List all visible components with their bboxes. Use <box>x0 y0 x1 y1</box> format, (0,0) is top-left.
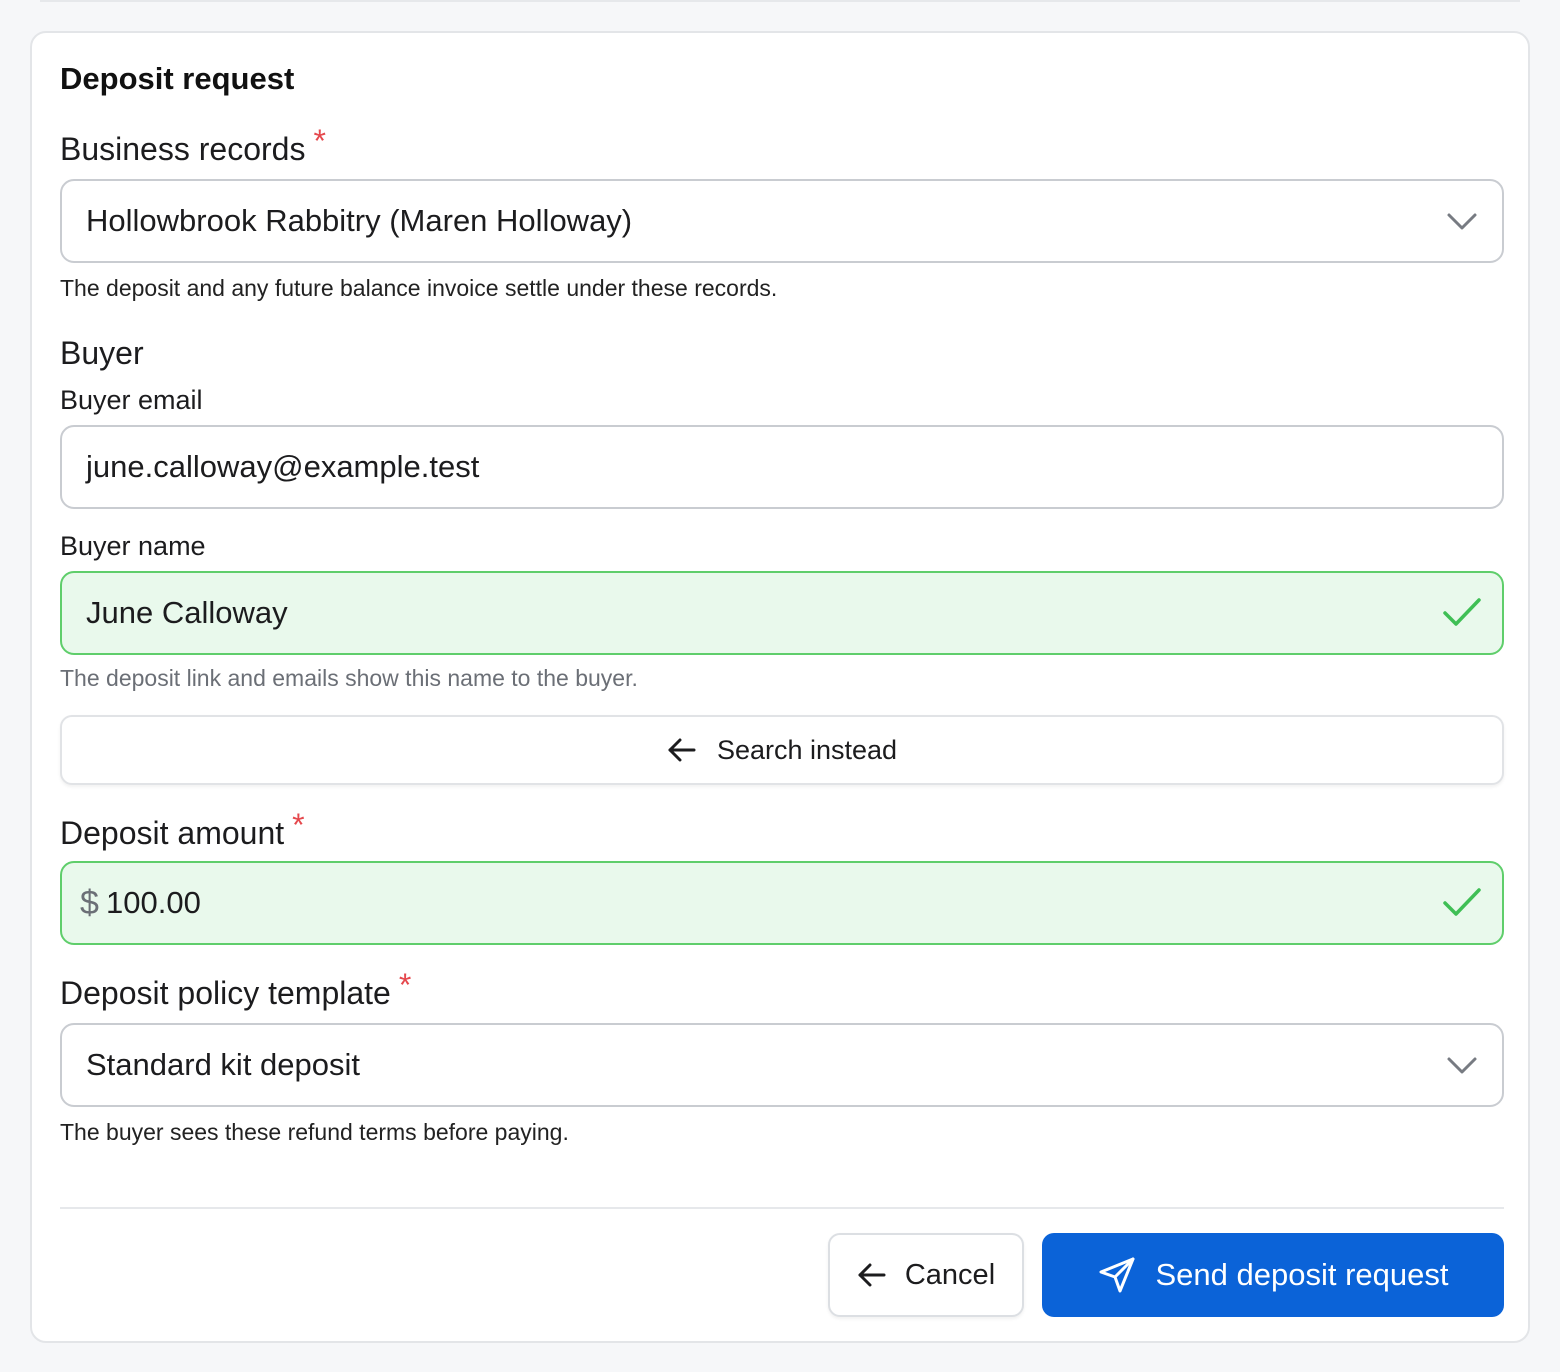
send-label: Send deposit request <box>1155 1257 1449 1292</box>
policy-template-help: The buyer sees these refund terms before… <box>60 1119 569 1145</box>
deposit-request-card: Deposit request Business records * Hollow… <box>30 31 1530 1343</box>
buyer-name-input[interactable]: June Calloway <box>60 571 1504 655</box>
deposit-amount-label: Deposit amount * <box>60 807 305 851</box>
required-marker: * <box>292 807 305 843</box>
buyer-section-label: Buyer <box>60 335 144 371</box>
top-divider <box>40 0 1520 2</box>
deposit-amount-input[interactable]: $ 100.00 <box>60 861 1504 945</box>
buyer-name-help: The deposit link and emails show this na… <box>60 665 638 691</box>
policy-template-select[interactable]: Standard kit deposit <box>60 1023 1504 1107</box>
deposit-amount-value: 100.00 <box>106 885 201 920</box>
policy-template-value: Standard kit deposit <box>86 1047 361 1082</box>
check-icon <box>1443 888 1481 916</box>
business-records-select[interactable]: Hollowbrook Rabbitry (Maren Holloway) <box>60 179 1504 263</box>
chevron-down-icon <box>1447 213 1477 230</box>
buyer-email-input[interactable]: june.calloway@example.test <box>60 425 1504 509</box>
arrow-left-icon <box>668 738 696 762</box>
buyer-name-label: Buyer name <box>60 531 206 561</box>
buyer-email-label: Buyer email <box>60 385 203 415</box>
buyer-name-value: June Calloway <box>86 595 288 630</box>
footer-divider <box>60 1207 1504 1209</box>
cancel-button[interactable]: Cancel <box>828 1233 1024 1317</box>
check-icon <box>1443 598 1481 626</box>
business-records-label: Business records * <box>60 123 326 167</box>
send-icon <box>1099 1257 1134 1293</box>
send-deposit-request-button[interactable]: Send deposit request <box>1042 1233 1504 1317</box>
business-records-value: Hollowbrook Rabbitry (Maren Holloway) <box>86 203 633 238</box>
search-instead-button[interactable]: Search instead <box>60 715 1504 785</box>
cancel-label: Cancel <box>904 1258 996 1291</box>
policy-template-label: Deposit policy template * <box>60 967 412 1011</box>
business-records-help: The deposit and any future balance invoi… <box>60 275 778 301</box>
required-marker: * <box>313 123 326 159</box>
required-marker: * <box>398 967 412 1003</box>
search-instead-label: Search instead <box>716 734 898 765</box>
buyer-email-value: june.calloway@example.test <box>86 449 480 484</box>
currency-symbol: $ <box>80 884 99 922</box>
chevron-down-icon <box>1447 1057 1477 1074</box>
arrow-left-icon <box>858 1263 886 1287</box>
form-title: Deposit request <box>60 61 295 96</box>
